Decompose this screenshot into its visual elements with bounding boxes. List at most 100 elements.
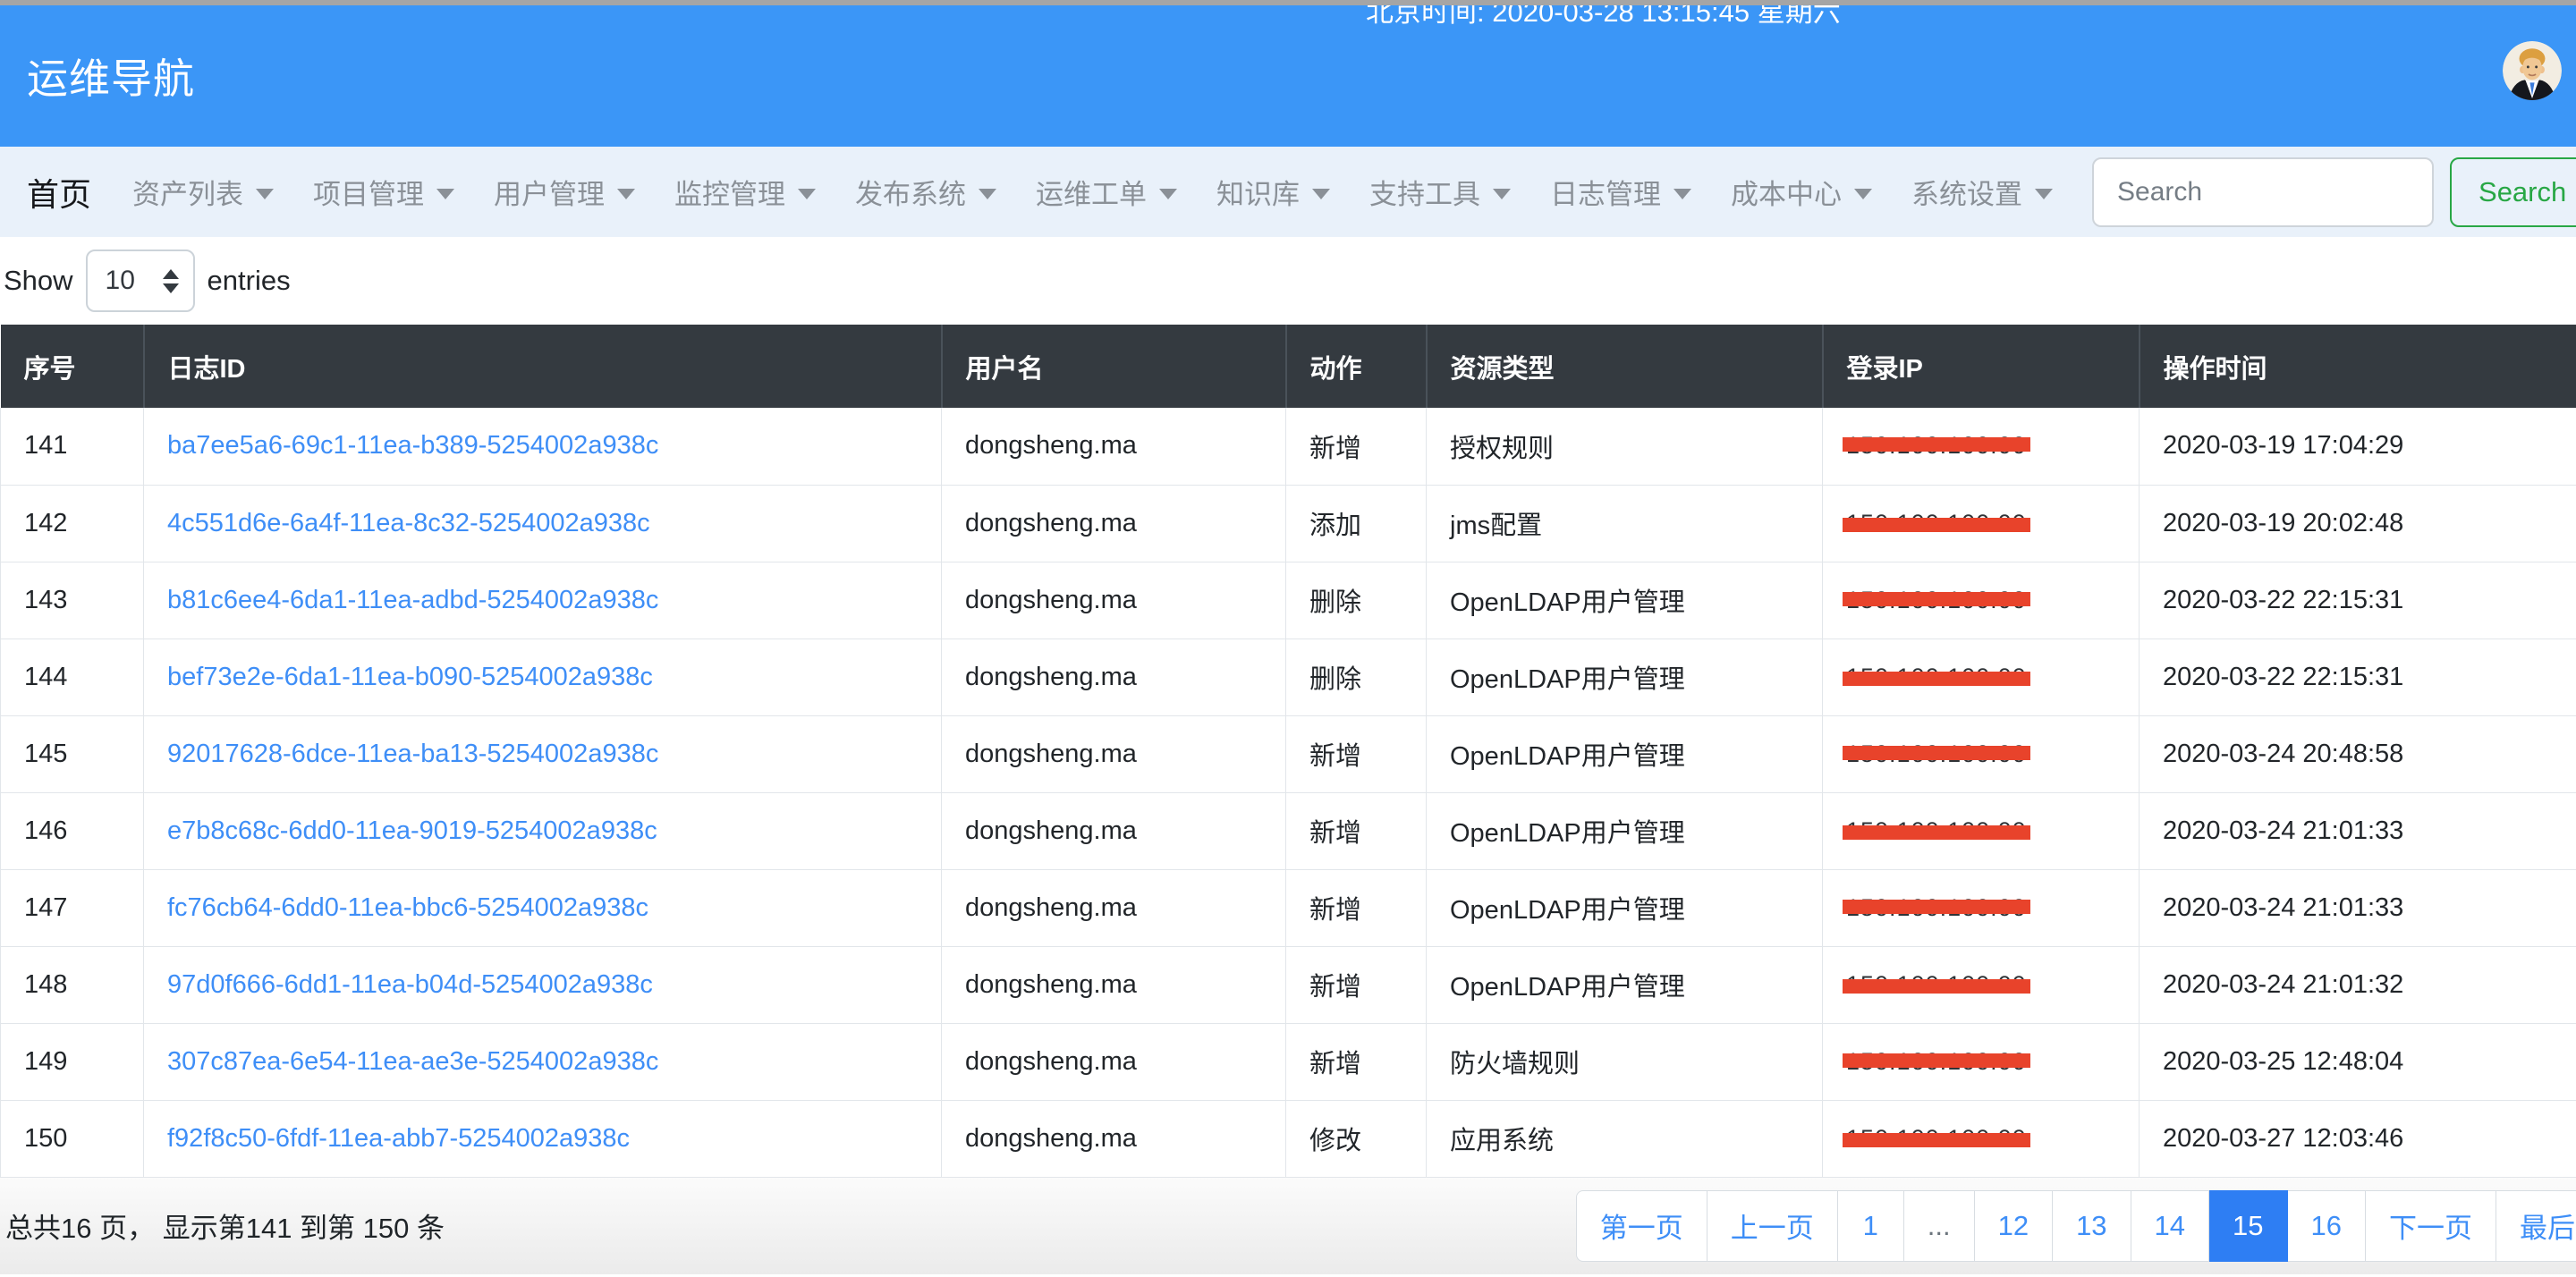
cell-resource: 应用系统	[1427, 1100, 1823, 1177]
entries-label: entries	[208, 265, 291, 297]
app-title: 运维导航	[27, 47, 195, 106]
window-top-strip	[0, 0, 2576, 5]
log-id-link[interactable]: b81c6ee4-6da1-11ea-adbd-5254002a938c	[167, 586, 658, 614]
log-id-link[interactable]: bef73e2e-6da1-11ea-b090-5254002a938c	[167, 663, 653, 691]
cell-user: dongsheng.ma	[942, 792, 1286, 869]
page-number-button[interactable]: 13	[2053, 1190, 2131, 1262]
col-header-seq[interactable]: 序号	[1, 325, 144, 408]
cell-action: 删除	[1286, 638, 1427, 715]
table-row: 144 bef73e2e-6da1-11ea-b090-5254002a938c…	[1, 638, 2576, 715]
nav-item-monitoring[interactable]: 监控管理	[674, 172, 816, 212]
table-row: 149 307c87ea-6e54-11ea-ae3e-5254002a938c…	[1, 1023, 2576, 1100]
chevron-down-icon	[256, 189, 274, 199]
log-id-link[interactable]: f92f8c50-6fdf-11ea-abb7-5254002a938c	[167, 1124, 630, 1153]
cell-seq: 148	[1, 946, 144, 1023]
page-size-select[interactable]: 10	[86, 249, 195, 312]
redaction-bar	[1843, 1053, 2030, 1068]
redaction-bar	[1843, 746, 2030, 760]
cell-time: 2020-03-19 20:02:48	[2140, 485, 2576, 562]
chevron-down-icon	[436, 189, 454, 199]
log-id-link[interactable]: 307c87ea-6e54-11ea-ae3e-5254002a938c	[167, 1047, 658, 1076]
nav-item-settings[interactable]: 系统设置	[1911, 172, 2053, 212]
chevron-down-icon	[798, 189, 816, 199]
page-next-button[interactable]: 下一页	[2366, 1190, 2496, 1262]
cell-resource: OpenLDAP用户管理	[1427, 638, 1823, 715]
nav-item-support-tools[interactable]: 支持工具	[1369, 172, 1511, 212]
cell-user: dongsheng.ma	[942, 638, 1286, 715]
page-number-button[interactable]: 12	[1975, 1190, 2053, 1262]
log-id-link[interactable]: e7b8c68c-6dd0-11ea-9019-5254002a938c	[167, 816, 657, 845]
cell-action: 新增	[1286, 946, 1427, 1023]
cell-user: dongsheng.ma	[942, 408, 1286, 485]
beijing-time-text: 北京时间: 2020-03-28 13:15:45 星期六	[1366, 5, 1841, 32]
redacted-ip: 150.100.100.00	[1846, 433, 2027, 459]
avatar-man-icon	[2503, 41, 2562, 100]
show-label: Show	[4, 265, 73, 297]
chevron-down-icon	[617, 189, 635, 199]
cell-user: dongsheng.ma	[942, 946, 1286, 1023]
chevron-down-icon	[1312, 189, 1330, 199]
nav-item-assets[interactable]: 资产列表	[132, 172, 274, 212]
cell-time: 2020-03-25 12:48:04	[2140, 1023, 2576, 1100]
cell-seq: 147	[1, 869, 144, 946]
nav-item-users[interactable]: 用户管理	[494, 172, 635, 212]
redaction-bar	[1843, 672, 2030, 686]
chevron-down-icon	[1493, 189, 1511, 199]
cell-resource: OpenLDAP用户管理	[1427, 869, 1823, 946]
nav-item-home[interactable]: 首页	[27, 169, 91, 216]
user-avatar[interactable]	[2503, 41, 2562, 100]
redacted-ip: 150.100.100.00	[1846, 1126, 2027, 1152]
cell-resource: jms配置	[1427, 485, 1823, 562]
table-row: 148 97d0f666-6dd1-11ea-b04d-5254002a938c…	[1, 946, 2576, 1023]
search-button[interactable]: Search	[2450, 157, 2576, 227]
page-number-button[interactable]: 16	[2288, 1190, 2366, 1262]
redaction-bar	[1843, 979, 2030, 994]
cell-action: 新增	[1286, 1023, 1427, 1100]
nav-item-tickets[interactable]: 运维工单	[1036, 172, 1177, 212]
col-header-time[interactable]: 操作时间	[2140, 325, 2576, 408]
select-arrows-icon	[163, 269, 179, 293]
page-first-button[interactable]: 第一页	[1576, 1190, 1707, 1262]
nav-item-projects[interactable]: 项目管理	[313, 172, 454, 212]
pagination: 第一页 上一页 1 ... 12 13 14 15 16 下一页 最后	[1576, 1190, 2576, 1262]
redaction-bar	[1843, 900, 2030, 914]
page-last-button[interactable]: 最后	[2496, 1190, 2576, 1262]
nav-item-cost-center[interactable]: 成本中心	[1731, 172, 1872, 212]
col-header-resource[interactable]: 资源类型	[1427, 325, 1823, 408]
log-id-link[interactable]: 4c551d6e-6a4f-11ea-8c32-5254002a938c	[167, 509, 650, 537]
page-number-button-active[interactable]: 15	[2209, 1190, 2287, 1262]
log-id-link[interactable]: ba7ee5a6-69c1-11ea-b389-5254002a938c	[167, 431, 658, 460]
page-number-button[interactable]: 14	[2131, 1190, 2209, 1262]
col-header-ip[interactable]: 登录IP	[1823, 325, 2140, 408]
nav-item-release[interactable]: 发布系统	[855, 172, 996, 212]
log-id-link[interactable]: 92017628-6dce-11ea-ba13-5254002a938c	[167, 740, 658, 768]
cell-user: dongsheng.ma	[942, 1023, 1286, 1100]
log-id-link[interactable]: fc76cb64-6dd0-11ea-bbc6-5254002a938c	[167, 893, 648, 922]
cell-user: dongsheng.ma	[942, 1100, 1286, 1177]
cell-seq: 150	[1, 1100, 144, 1177]
table-row: 142 4c551d6e-6a4f-11ea-8c32-5254002a938c…	[1, 485, 2576, 562]
page-number-button[interactable]: 1	[1838, 1190, 1904, 1262]
cell-time: 2020-03-27 12:03:46	[2140, 1100, 2576, 1177]
cell-time: 2020-03-24 21:01:33	[2140, 869, 2576, 946]
log-id-link[interactable]: 97d0f666-6dd1-11ea-b04d-5254002a938c	[167, 970, 653, 999]
col-header-user[interactable]: 用户名	[942, 325, 1286, 408]
search-input[interactable]	[2092, 157, 2434, 227]
cell-action: 删除	[1286, 562, 1427, 638]
audit-log-table: 序号 日志ID 用户名 动作 资源类型 登录IP 操作时间 141 ba7ee5…	[0, 325, 2576, 1178]
app-header: 运维导航 北京时间: 2020-03-28 13:15:45 星期六	[0, 5, 2576, 147]
cell-action: 新增	[1286, 792, 1427, 869]
col-header-action[interactable]: 动作	[1286, 325, 1427, 408]
cell-seq: 145	[1, 715, 144, 792]
nav-item-logs[interactable]: 日志管理	[1550, 172, 1691, 212]
cell-resource: 授权规则	[1427, 408, 1823, 485]
redacted-ip: 150.100.100.00	[1846, 588, 2027, 613]
chevron-down-icon	[2035, 189, 2053, 199]
nav-item-knowledge-base[interactable]: 知识库	[1216, 172, 1330, 212]
cell-seq: 149	[1, 1023, 144, 1100]
redaction-bar	[1843, 518, 2030, 532]
redaction-bar	[1843, 437, 2030, 452]
col-header-log-id[interactable]: 日志ID	[144, 325, 942, 408]
table-header-row: 序号 日志ID 用户名 动作 资源类型 登录IP 操作时间	[1, 325, 2576, 408]
page-prev-button[interactable]: 上一页	[1707, 1190, 1838, 1262]
